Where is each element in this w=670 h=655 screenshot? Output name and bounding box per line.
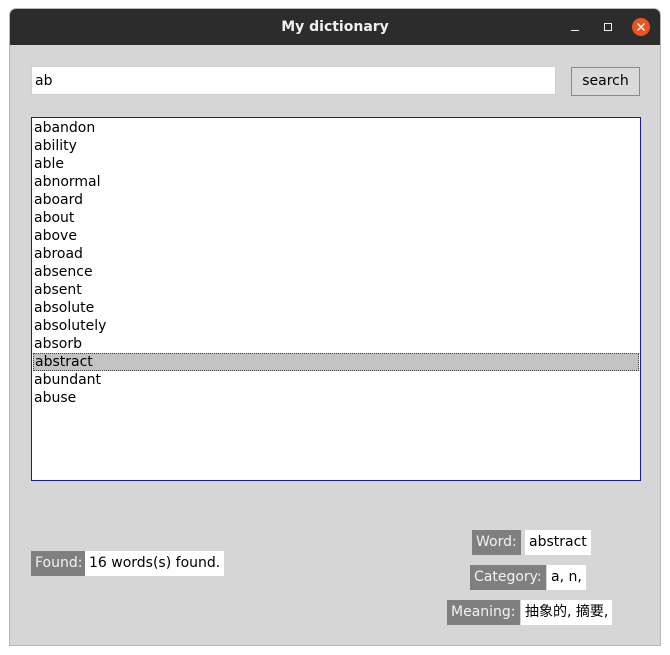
list-item[interactable]: about <box>33 209 639 227</box>
list-item[interactable]: abnormal <box>33 173 639 191</box>
maximize-icon <box>604 23 612 31</box>
maximize-button[interactable] <box>599 18 617 36</box>
search-button[interactable]: search <box>571 67 640 96</box>
category-label: Category: <box>470 565 546 590</box>
meaning-value: 抽象的, 摘要, <box>521 600 613 625</box>
list-item[interactable]: absolute <box>33 299 639 317</box>
list-item[interactable]: absorb <box>33 335 639 353</box>
meaning-label: Meaning: <box>447 600 520 625</box>
minimize-button[interactable] <box>566 18 584 36</box>
found-label: Found: <box>31 551 87 576</box>
list-item[interactable]: abundant <box>33 371 639 389</box>
close-icon <box>637 23 645 31</box>
list-item[interactable]: abroad <box>33 245 639 263</box>
list-item[interactable]: abstract <box>33 353 639 371</box>
category-value: a, n, <box>547 565 586 590</box>
list-item[interactable]: able <box>33 155 639 173</box>
window-title: My dictionary <box>281 19 389 35</box>
list-item[interactable]: aboard <box>33 191 639 209</box>
word-label: Word: <box>472 530 521 555</box>
list-item[interactable]: absent <box>33 281 639 299</box>
title-bar[interactable]: My dictionary <box>10 9 660 45</box>
found-count: 16 words(s) found. <box>85 551 225 576</box>
minimize-icon <box>571 30 579 31</box>
list-item[interactable]: above <box>33 227 639 245</box>
word-value: abstract <box>525 530 591 555</box>
list-item[interactable]: abuse <box>33 389 639 407</box>
word-list[interactable]: abandon ability able abnormal aboard about abo… <box>31 117 641 481</box>
app-window: My dictionary search abandonabilityablea… <box>9 8 661 646</box>
search-input[interactable] <box>31 66 556 95</box>
list-item[interactable]: ability <box>33 137 639 155</box>
list-item[interactable]: absence <box>33 263 639 281</box>
list-item[interactable]: abandon <box>33 119 639 137</box>
close-button[interactable] <box>632 18 650 36</box>
list-item[interactable]: absolutely <box>33 317 639 335</box>
